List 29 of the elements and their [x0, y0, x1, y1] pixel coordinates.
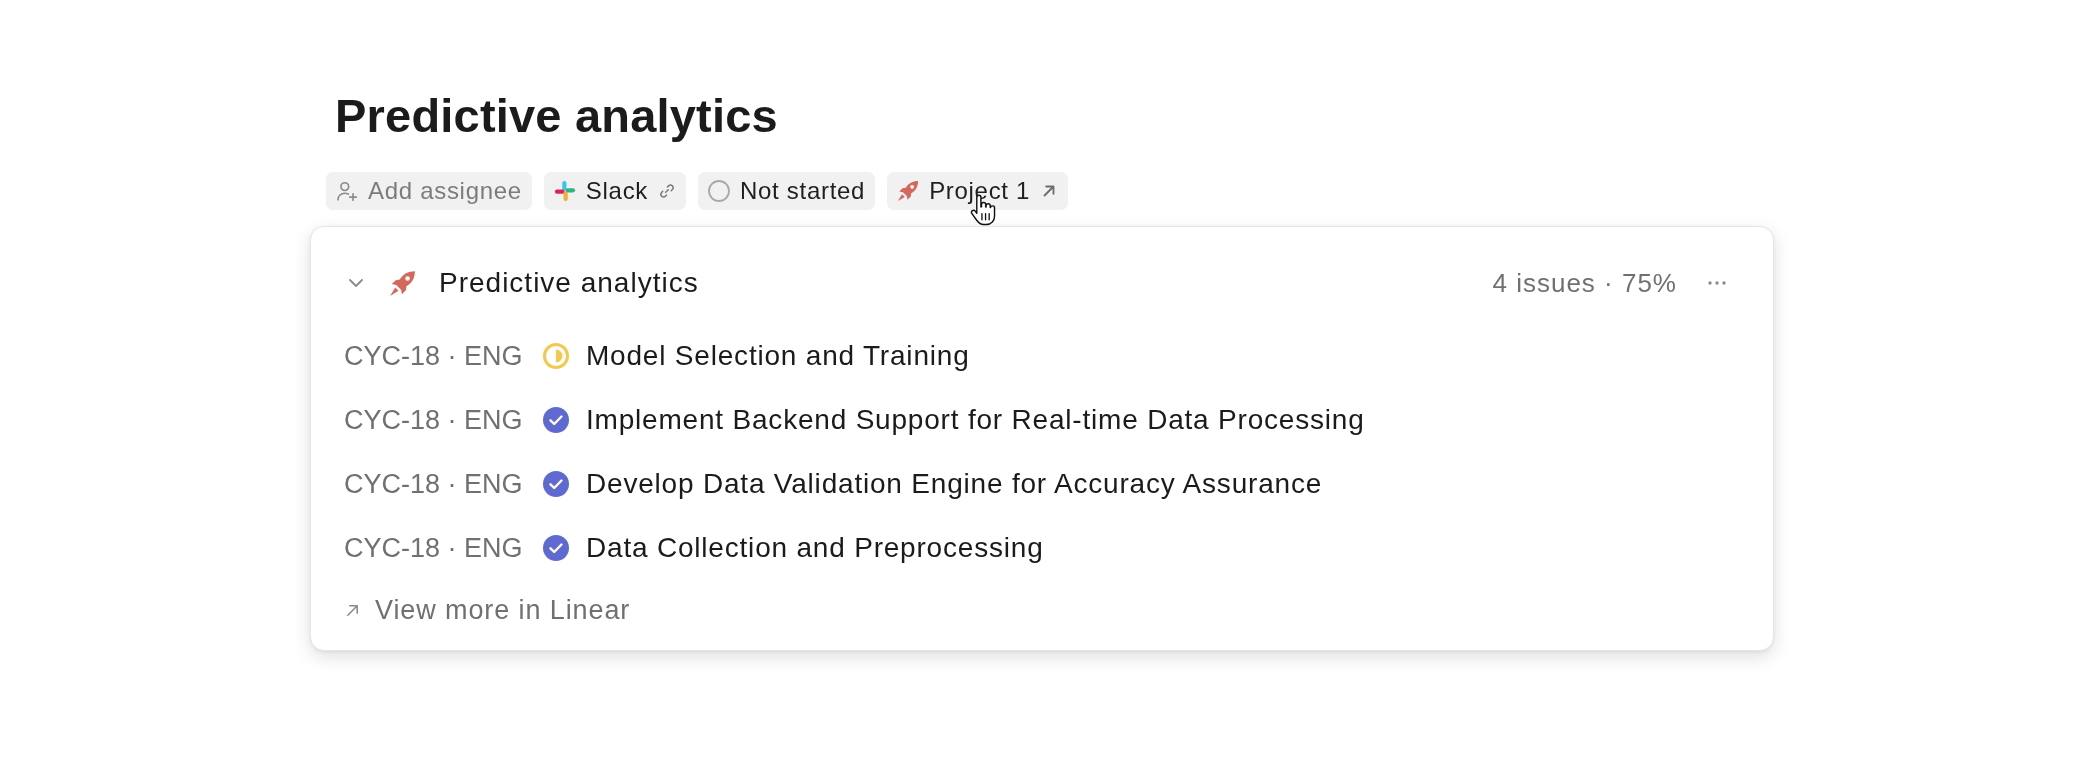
view-more-link[interactable]: View more in Linear [343, 594, 631, 626]
issue-id: CYC-18 · ENG [344, 532, 524, 564]
project-title: Predictive analytics [439, 267, 699, 299]
issue-id: CYC-18 · ENG [344, 468, 524, 500]
check-circle-icon [543, 535, 569, 561]
issue-id: CYC-18 · ENG [344, 404, 524, 436]
project-chip[interactable]: Project 1 [887, 172, 1069, 210]
more-icon [1708, 281, 1726, 285]
check-circle-icon [543, 471, 569, 497]
empty-circle-icon [708, 180, 731, 202]
rocket-icon [389, 269, 416, 297]
rocket-icon [897, 180, 920, 202]
person-plus-icon [336, 180, 358, 202]
arrow-up-right-icon [345, 602, 360, 618]
add-assignee-chip[interactable]: Add assignee [326, 172, 532, 210]
check-circle-icon [543, 407, 569, 433]
issue-link[interactable]: Develop Data Validation Engine for Accuracy Assurance [586, 468, 1323, 500]
issue-link[interactable]: Model Selection and Training [586, 340, 970, 372]
issue-link[interactable]: Data Collection and Preprocessing [586, 532, 1044, 564]
half-circle-icon [543, 343, 569, 369]
chevron-down-icon [348, 278, 364, 288]
issue-id: CYC-18 · ENG [344, 340, 524, 372]
link-icon [658, 182, 677, 200]
integration-chip[interactable]: Slack [543, 172, 687, 210]
pinwheel-logo-icon [553, 180, 576, 202]
page-title: Predictive analytics [335, 88, 779, 144]
issue-link[interactable]: Implement Backend Support for Real-time Data Processing [586, 404, 1365, 436]
issue-summary: 4 issues · 75% [1492, 267, 1677, 299]
status-chip[interactable]: Not started [698, 172, 876, 210]
